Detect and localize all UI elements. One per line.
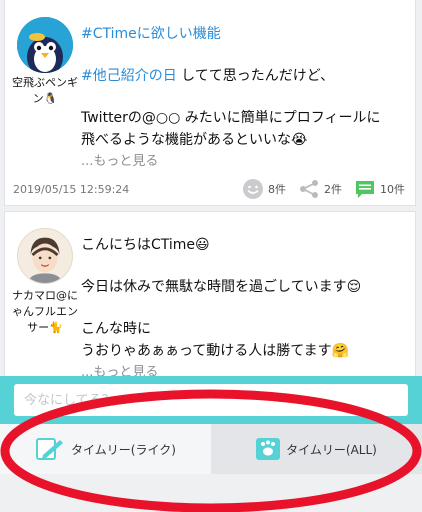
tab-label: タイムリー(ライク) xyxy=(71,442,176,457)
post-body[interactable]: #CTimeに欲しい機能 #他己紹介の日 してて思ったんだけど、 Twitter… xyxy=(81,23,405,173)
post-card[interactable]: 空飛ぶペンギン🐧 #CTimeに欲しい機能 #他己紹介の日 してて思ったんだけど… xyxy=(4,0,416,206)
hashtag-link[interactable]: #他己紹介の日 xyxy=(81,68,177,84)
paw-icon xyxy=(256,438,281,460)
tab-timely-all[interactable]: タイムリー(ALL) xyxy=(211,424,422,474)
tab-label: タイムリー(ALL) xyxy=(286,442,377,457)
post-line: 飛べるような機能があるといいな😭 xyxy=(81,132,308,148)
pen-icon xyxy=(36,438,64,460)
post-line: 今日は休みで無駄な時間を過ごしています😌 xyxy=(81,279,362,295)
read-more-link[interactable]: ...もっと見る xyxy=(81,151,405,173)
share-count: 2件 xyxy=(324,183,342,196)
author-name[interactable]: 空飛ぶペンギン🐧 xyxy=(11,75,79,107)
post-line: Twitterの@○○ みたいに簡単にプロフィールに xyxy=(81,110,381,126)
post-line: こんにちはCTime😃 xyxy=(81,237,210,253)
comment-count: 10件 xyxy=(380,183,405,196)
post-card[interactable]: ナカマロ@にゃんフルエンサー🐈 こんにちはCTime😃 今日は休みで無駄な時間を… xyxy=(4,211,416,376)
post-line: うおりゃあぁぁって動ける人は勝てます🤗 xyxy=(81,343,350,359)
tab-timely-like[interactable]: タイムリー(ライク) xyxy=(0,424,211,474)
smiley-icon xyxy=(243,179,263,199)
avatar[interactable] xyxy=(17,17,73,73)
hashtag-link[interactable]: #CTimeに欲しい機能 xyxy=(81,23,405,45)
avatar[interactable] xyxy=(17,228,73,284)
post-line: こんな時に xyxy=(81,321,151,337)
bottom-safe-area xyxy=(0,474,422,512)
status-input[interactable] xyxy=(14,384,408,416)
composer-bar xyxy=(0,376,422,424)
like-count: 8件 xyxy=(268,183,286,196)
read-more-link[interactable]: ...もっと見る xyxy=(81,362,405,376)
like-button[interactable]: 8件 xyxy=(242,178,286,200)
author-name[interactable]: ナカマロ@にゃんフルエンサー🐈 xyxy=(11,288,79,336)
penguin-avatar-icon xyxy=(17,17,73,73)
post-meta: 2019/05/15 12:59:24 8件 2件 10件 xyxy=(13,177,405,201)
post-text: してて思ったんだけど、 xyxy=(176,68,335,84)
comment-icon xyxy=(356,181,374,198)
timeline-feed[interactable]: 空飛ぶペンギン🐧 #CTimeに欲しい機能 #他己紹介の日 してて思ったんだけど… xyxy=(0,0,422,376)
illustrated-man-avatar-icon xyxy=(18,229,72,283)
post-timestamp: 2019/05/15 12:59:24 xyxy=(13,182,130,196)
share-button[interactable]: 2件 xyxy=(298,178,342,200)
post-line: #他己紹介の日 してて思ったんだけど、 xyxy=(81,65,405,87)
comment-button[interactable]: 10件 xyxy=(354,178,405,200)
timeline-tab-bar: タイムリー(ライク) タイムリー(ALL) xyxy=(0,424,422,474)
post-body[interactable]: こんにちはCTime😃 今日は休みで無駄な時間を過ごしています😌 こんな時に う… xyxy=(81,234,405,376)
share-icon xyxy=(300,180,318,198)
